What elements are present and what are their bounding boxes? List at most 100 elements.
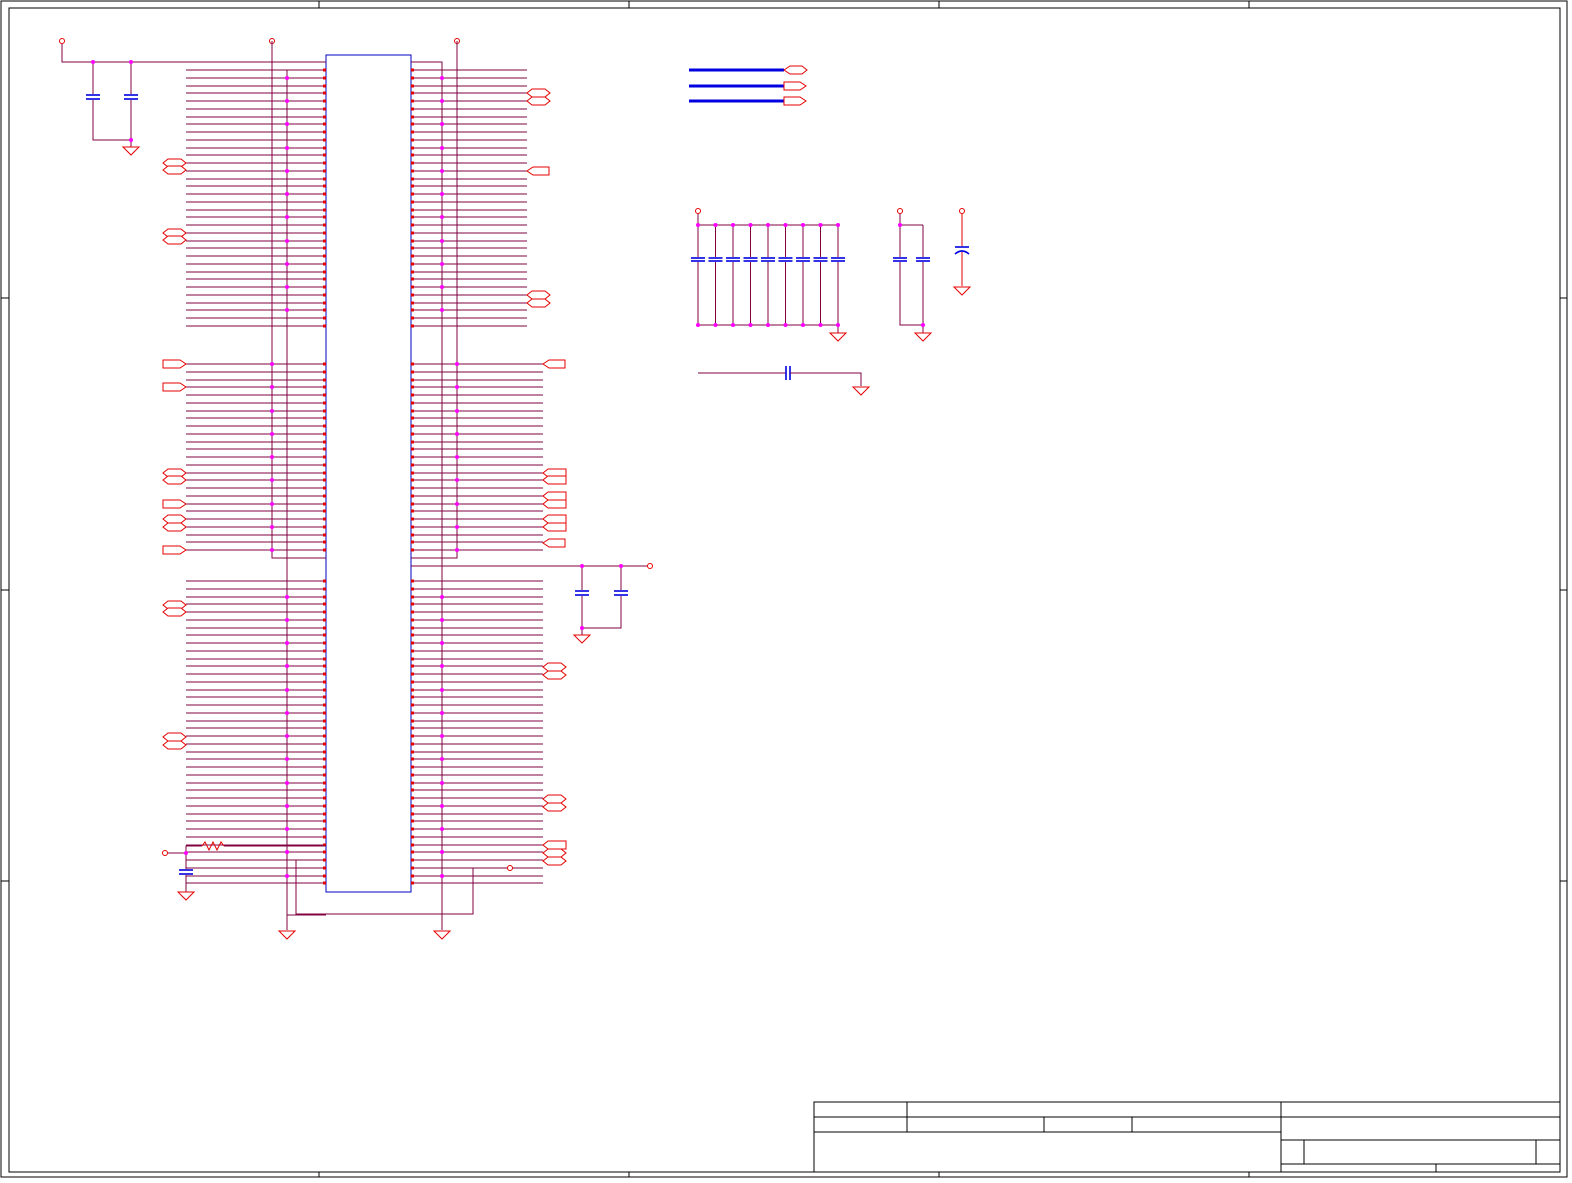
pin-marker — [411, 231, 414, 235]
junction-dot — [285, 285, 289, 289]
pin-marker — [323, 270, 326, 274]
junction-dot — [285, 76, 289, 80]
pin-marker — [411, 610, 414, 614]
pin-marker — [411, 688, 414, 692]
pin-marker — [323, 308, 326, 312]
pin-marker — [323, 471, 326, 475]
junction-dot — [455, 548, 459, 552]
pin-marker — [323, 440, 326, 444]
off-page-port-left — [162, 382, 187, 392]
pin-marker — [323, 161, 326, 165]
junction-dot — [455, 525, 459, 529]
pin-marker — [323, 401, 326, 405]
pin-marker — [323, 370, 326, 374]
pin-marker — [323, 246, 326, 250]
junction-dot — [285, 215, 289, 219]
pin-marker — [411, 378, 414, 382]
ground-symbol — [176, 891, 196, 901]
pin-marker — [411, 471, 414, 475]
off-page-port-right — [526, 96, 551, 106]
pin-marker — [411, 401, 414, 405]
junction-dot — [440, 757, 444, 761]
bank-capacitor — [726, 223, 740, 327]
pin-marker — [411, 68, 414, 72]
pin-marker — [323, 316, 326, 320]
pin-marker — [323, 672, 326, 676]
pin-marker — [323, 432, 326, 436]
pin-marker — [323, 91, 326, 95]
pin-marker — [411, 649, 414, 653]
off-page-port-right — [542, 514, 567, 524]
pin-marker — [411, 866, 414, 870]
pin-marker — [411, 657, 414, 661]
off-page-port-left — [162, 235, 187, 245]
junction-dot — [455, 362, 459, 366]
junction-dot — [440, 169, 444, 173]
pin-marker — [323, 285, 326, 289]
pin-marker — [411, 91, 414, 95]
pin-marker — [323, 835, 326, 839]
off-page-port-left — [162, 165, 187, 175]
pin-marker — [411, 695, 414, 699]
pin-marker — [411, 324, 414, 328]
pin-marker — [323, 881, 326, 885]
junction-dot — [270, 362, 274, 366]
pin-marker — [411, 370, 414, 374]
junction-dot — [285, 804, 289, 808]
pin-marker — [323, 618, 326, 622]
pin-marker — [323, 742, 326, 746]
junction-dots — [270, 76, 459, 878]
pin-marker — [411, 146, 414, 150]
junction-dot — [440, 804, 444, 808]
power-terminal-mid — [647, 563, 653, 569]
junction-dot — [455, 385, 459, 389]
off-page-port-right — [542, 359, 566, 369]
junction-dot — [270, 548, 274, 552]
pin-marker — [411, 525, 414, 529]
pin-marker — [323, 874, 326, 878]
ground-symbol — [572, 634, 592, 644]
off-page-port-left — [162, 475, 187, 485]
inner-border — [8, 7, 1561, 1173]
ports-right — [526, 88, 567, 866]
pin-marker — [323, 540, 326, 544]
pin-marker — [411, 517, 414, 521]
junction-dot — [440, 76, 444, 80]
pin-marker — [323, 757, 326, 761]
pin-marker — [411, 548, 414, 552]
pin-marker — [411, 301, 414, 305]
bus-lines — [689, 65, 808, 106]
junction-dot — [285, 641, 289, 645]
off-page-port-right — [542, 802, 567, 812]
junction-dot — [440, 285, 444, 289]
decoupling-cap-bank — [691, 214, 848, 342]
pin-marker — [323, 866, 326, 870]
junction-dot — [440, 122, 444, 126]
pin-marker — [411, 138, 414, 142]
main-ic-body — [325, 54, 412, 893]
pin-marker — [323, 486, 326, 490]
junction-dot — [285, 192, 289, 196]
junction-dot — [440, 308, 444, 312]
pin-marker — [411, 424, 414, 428]
junction-dot — [440, 641, 444, 645]
pin-marker — [411, 76, 414, 80]
junction-dot — [440, 146, 444, 150]
pin-marker — [323, 765, 326, 769]
pin-marker — [411, 432, 414, 436]
junction-dot — [270, 432, 274, 436]
pin-marker — [411, 579, 414, 583]
pin-marker — [411, 393, 414, 397]
pin-marker — [323, 254, 326, 258]
junction-dot — [285, 595, 289, 599]
pin-marker — [323, 711, 326, 715]
pin-marker — [411, 223, 414, 227]
pin-marker — [411, 874, 414, 878]
decoupling-caps-pair — [893, 214, 933, 342]
pin-marker — [323, 680, 326, 684]
pin-marker — [323, 796, 326, 800]
ground-symbol — [432, 930, 452, 940]
pin-marker — [411, 169, 414, 173]
bank-capacitor — [761, 223, 775, 327]
pin-marker — [323, 548, 326, 552]
